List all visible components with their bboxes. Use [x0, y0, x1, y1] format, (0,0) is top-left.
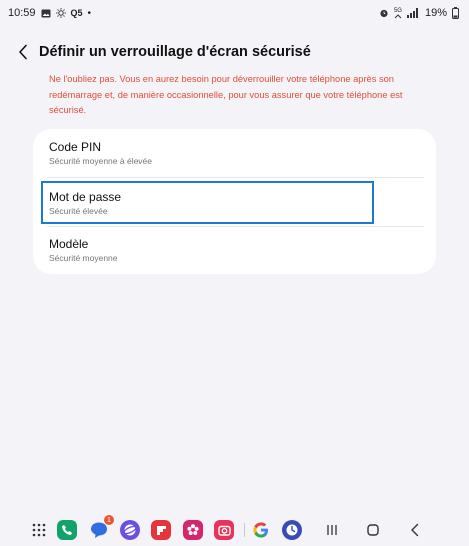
settings-pinned-app-icon[interactable] — [282, 520, 302, 540]
option-title: Mot de passe — [49, 190, 122, 204]
option-subtitle: Sécurité élevée — [49, 206, 108, 216]
option-pattern[interactable]: Modèle Sécurité moyenne — [33, 227, 436, 275]
alarm-icon — [379, 8, 389, 18]
battery-percent: 19% — [424, 7, 447, 19]
wifi-calling-icon: 5G — [394, 8, 402, 19]
camera-app-icon[interactable] — [214, 520, 234, 540]
signal-icon — [406, 8, 418, 18]
option-pin[interactable]: Code PIN Sécurité moyenne à élevée — [33, 129, 436, 177]
back-nav-icon[interactable] — [405, 520, 425, 540]
brightness-icon — [55, 8, 66, 18]
gallery-notification-icon — [41, 9, 51, 18]
warning-text: Ne l'oubliez pas. Vous en aurez besoin p… — [49, 74, 403, 115]
status-extra-label: Q5 — [70, 8, 83, 18]
status-time: 10:59 — [8, 7, 36, 19]
option-title: Modèle — [49, 237, 89, 251]
taskbar: 1 — [0, 515, 469, 546]
page-title: Définir un verrouillage d'écran sécurisé — [39, 44, 311, 60]
phone-app-icon[interactable] — [57, 520, 77, 540]
flipboard-app-icon[interactable] — [151, 520, 171, 540]
status-bar: 10:59 Q5 • 5G 19% — [0, 0, 469, 26]
gallery-app-icon[interactable] — [183, 520, 203, 540]
option-subtitle: Sécurité moyenne à élevée — [49, 156, 153, 166]
apps-grid-icon[interactable] — [29, 520, 49, 540]
recents-icon[interactable] — [322, 520, 342, 540]
header: Définir un verrouillage d'écran sécurisé — [0, 38, 469, 66]
lock-type-list: Code PIN Sécurité moyenne à élevée Mot d… — [33, 129, 436, 274]
google-app-icon[interactable] — [251, 520, 271, 540]
option-subtitle: Sécurité moyenne — [49, 253, 118, 263]
home-icon[interactable] — [363, 520, 383, 540]
option-password[interactable]: Mot de passe Sécurité élevée — [33, 178, 436, 226]
notification-dot-icon: • — [87, 7, 92, 19]
chevron-left-icon — [19, 44, 27, 60]
internet-app-icon[interactable] — [120, 520, 140, 540]
back-button[interactable] — [8, 38, 38, 66]
taskbar-separator — [244, 523, 245, 537]
option-title: Code PIN — [49, 140, 102, 154]
messages-app-icon[interactable]: 1 — [89, 515, 114, 540]
messages-badge: 1 — [104, 515, 114, 525]
battery-icon — [452, 7, 459, 19]
screen: 10:59 Q5 • 5G 19% Définir un verrouillag… — [0, 0, 469, 546]
